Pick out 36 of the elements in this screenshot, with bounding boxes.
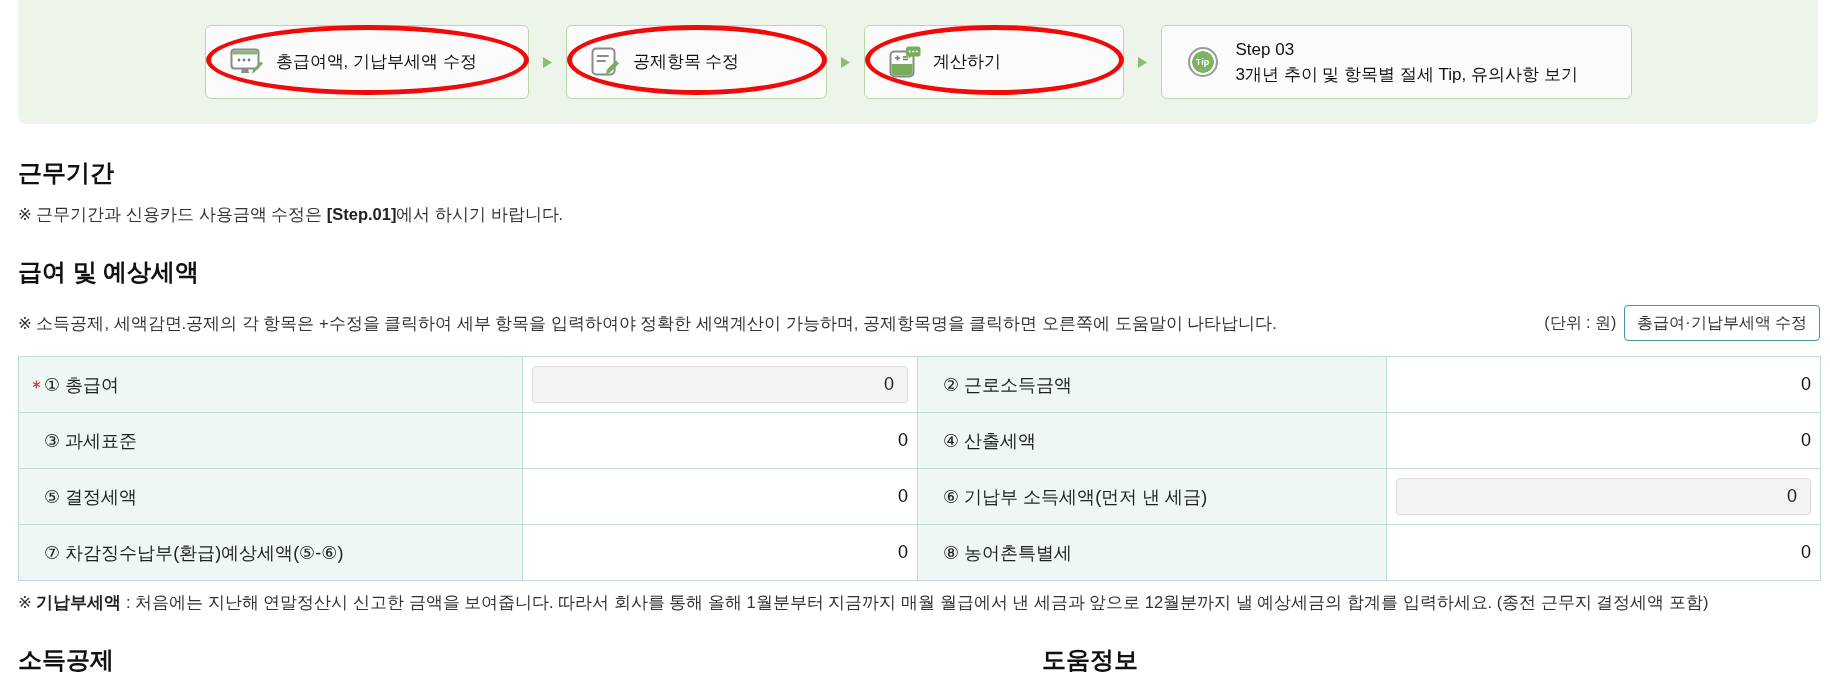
amount-cell: 0	[522, 468, 918, 525]
unit-text: (단위 : 원)	[1544, 312, 1617, 333]
amount-cell: 0	[1386, 412, 1821, 469]
arrow-icon	[1137, 56, 1147, 68]
section-heading: 도움정보	[1042, 646, 1139, 674]
calculator-icon	[888, 46, 921, 78]
amount-cell: 0	[1386, 356, 1821, 413]
arrow-icon	[542, 56, 552, 68]
arrow-icon	[840, 56, 850, 68]
label-text: ⑥ 기납부 소득세액(먼저 낸 세금)	[943, 485, 1208, 509]
section-heading: 근무기간	[18, 158, 115, 188]
step-button[interactable]: 총급여액, 기납부세액 수정	[204, 25, 529, 99]
section-heading: 급여 및 예상세액	[18, 257, 201, 287]
amount-cell: 0	[522, 412, 918, 469]
label-text: ① 총급여	[44, 373, 120, 397]
amount-field[interactable]: 0	[1396, 478, 1811, 515]
edit-button[interactable]: 총급여·기납부세액 수정	[1624, 305, 1820, 341]
label-text: ⑦ 차감징수납부(환급)예상세액(⑤-⑥)	[44, 541, 344, 565]
label-text: ② 근로소득금액	[943, 373, 1073, 397]
note-text: ※ 근무기간과 신용카드 사용금액 수정은 [Step.01]에서 하시기 바랍니다.	[18, 204, 565, 225]
step-button[interactable]: 계산하기	[863, 25, 1124, 99]
label-text: ⑤ 결정세액	[44, 485, 138, 509]
step-button[interactable]: Tip Step 03 3개년 추이 및 항목별 절세 Tip, 유의사항 보기	[1160, 25, 1632, 99]
label-text: ③ 과세표준	[44, 429, 138, 453]
label-text: ⑧ 농어촌특별세	[943, 541, 1073, 565]
note-text: ※ 소득공제, 세액감면.공제의 각 항목은 +수정을 클릭하여 세부 항목을 입력하여야 정확한 세액계산이 가능하며, 공제항목명을 클릭하면 오른쪽에 도움말이 나타납니다.	[18, 313, 1277, 334]
note-text: ※ 기납부세액 : 처음에는 지난해 연말정산시 신고한 금액을 보여줍니다. 따라서 회사를 통해 올해 1월분부터 지금까지 매월 월급에서 낸 세금과 앞으로 12월분까지 낼 예상세금의 합계를 입력하세요. (종전 근무지 결정세액 포함)	[18, 592, 1710, 613]
amount-field[interactable]: 0	[532, 366, 908, 403]
amount-cell: 0	[522, 524, 918, 581]
tip-badge: Tip	[1187, 47, 1218, 77]
label-text: ④ 산출세액	[943, 429, 1037, 453]
section-heading: 소득공제	[18, 646, 115, 674]
monitor-pencil-icon	[229, 48, 264, 76]
amount-cell: 0	[1386, 524, 1821, 581]
step-button[interactable]: 공제항목 수정	[565, 25, 827, 99]
document-pencil-icon	[590, 47, 621, 77]
